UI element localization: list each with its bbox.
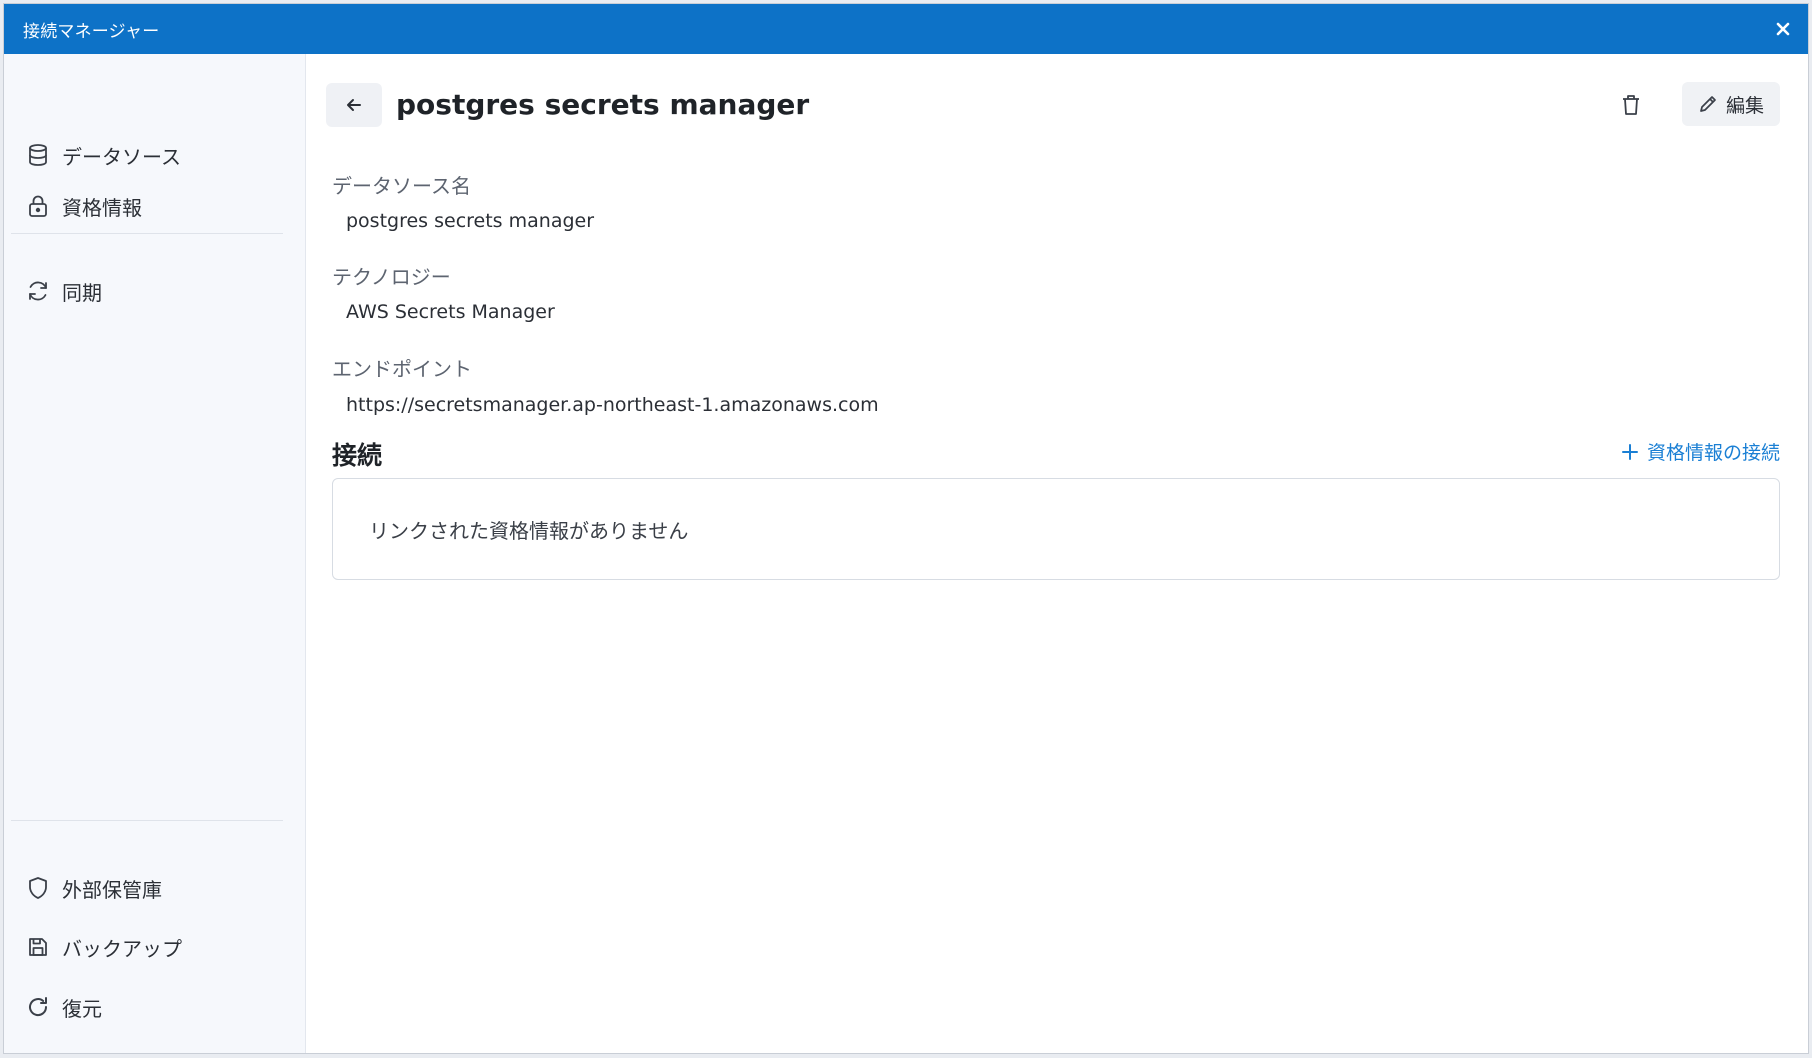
page-title: postgres secrets manager <box>396 88 810 121</box>
connection-manager-window: 接続マネージャー データソース 資格情報 同期 外部保管庫 バックアップ 復元 … <box>3 3 1809 1054</box>
sidebar-item-label: バックアップ <box>62 936 182 961</box>
field-label-technology: テクノロジー <box>332 265 451 289</box>
delete-button[interactable] <box>1610 84 1652 126</box>
field-label-endpoint: エンドポイント <box>332 357 472 381</box>
sidebar-item-label: 外部保管庫 <box>62 877 162 902</box>
sidebar-item-label: データソース <box>62 144 181 169</box>
sidebar: データソース 資格情報 同期 外部保管庫 バックアップ 復元 <box>4 54 306 1053</box>
pencil-icon <box>1700 96 1716 112</box>
link-credential-button[interactable]: 資格情報の接続 <box>1621 438 1780 465</box>
back-button[interactable] <box>326 83 382 127</box>
window-title: 接続マネージャー <box>23 21 160 42</box>
shield-icon <box>24 874 52 902</box>
sidebar-item-backup[interactable]: バックアップ <box>24 927 182 967</box>
connections-empty-state: リンクされた資格情報がありません <box>332 478 1780 580</box>
sidebar-item-external-vault[interactable]: 外部保管庫 <box>24 868 162 908</box>
plus-icon <box>1621 443 1638 460</box>
arrow-left-icon <box>347 99 361 111</box>
sidebar-item-label: 資格情報 <box>62 195 142 220</box>
detail-pane: postgres secrets manager 編集 データソース名 post… <box>306 54 1808 1053</box>
sync-icon <box>24 277 52 305</box>
lock-icon <box>24 192 52 220</box>
restore-icon <box>24 993 52 1021</box>
empty-state-text: リンクされた資格情報がありません <box>369 518 689 543</box>
sidebar-item-restore[interactable]: 復元 <box>24 987 102 1027</box>
title-bar: 接続マネージャー <box>4 4 1808 54</box>
close-button[interactable] <box>1758 4 1808 54</box>
sidebar-divider <box>11 820 283 821</box>
sidebar-item-credentials[interactable]: 資格情報 <box>24 186 142 226</box>
database-icon <box>24 141 52 169</box>
edit-label: 編集 <box>1725 94 1764 117</box>
close-icon <box>1776 22 1790 36</box>
sidebar-divider <box>11 233 283 234</box>
field-value-technology: AWS Secrets Manager <box>346 301 555 323</box>
field-value-endpoint: https://secretsmanager.ap-northeast-1.am… <box>346 394 879 416</box>
trash-icon <box>1623 95 1639 115</box>
save-icon <box>24 933 52 961</box>
sidebar-item-datasource[interactable]: データソース <box>24 135 181 175</box>
field-label-datasource-name: データソース名 <box>332 174 471 198</box>
sidebar-item-label: 復元 <box>62 996 102 1021</box>
sidebar-item-sync[interactable]: 同期 <box>24 271 102 311</box>
connections-title: 接続 <box>332 441 383 470</box>
edit-button[interactable]: 編集 <box>1681 82 1780 126</box>
sidebar-item-label: 同期 <box>62 280 102 305</box>
link-credential-label: 資格情報の接続 <box>1646 442 1780 464</box>
field-value-datasource-name: postgres secrets manager <box>346 210 595 232</box>
